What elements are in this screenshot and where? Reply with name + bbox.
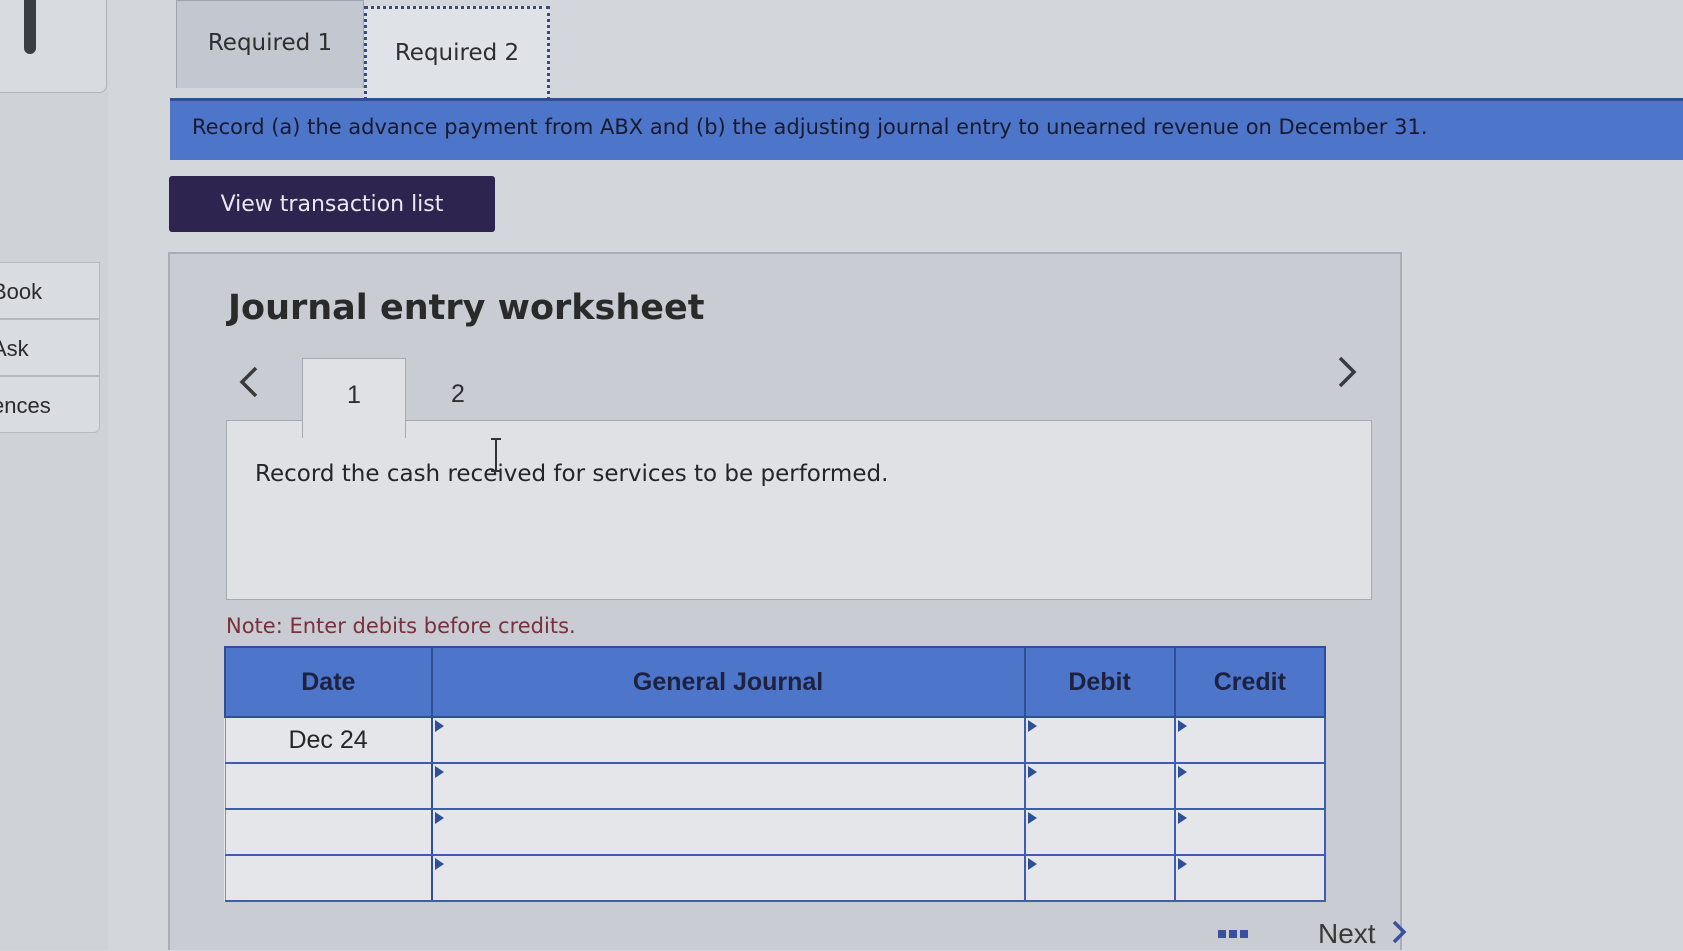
footer-nav: Next <box>1218 918 1408 950</box>
dropdown-marker-icon <box>1027 858 1037 870</box>
credit-cell[interactable] <box>1173 854 1327 902</box>
instruction-box: Record the cash received for services to… <box>226 420 1372 600</box>
dropdown-marker-icon <box>1027 720 1037 732</box>
sidebar-item-label: Ask <box>0 336 29 361</box>
debit-cell[interactable] <box>1023 854 1176 902</box>
dropdown-marker-icon <box>1177 766 1187 778</box>
credit-cell[interactable] <box>1173 716 1327 764</box>
dropdown-marker-icon <box>434 766 444 778</box>
header-credit: Credit <box>1173 646 1327 718</box>
table-row <box>224 762 1327 810</box>
debit-cell[interactable] <box>1023 808 1176 856</box>
instruction-banner: Record (a) the advance payment from ABX … <box>170 98 1683 160</box>
date-cell <box>224 808 433 856</box>
worksheet-title: Journal entry worksheet <box>228 288 705 328</box>
sidebar-item-label: ences <box>0 393 51 418</box>
date-cell <box>224 762 433 810</box>
dropdown-marker-icon <box>1027 766 1037 778</box>
header-general-journal: General Journal <box>430 646 1026 718</box>
table-row: Dec 24 <box>224 716 1327 764</box>
chevron-right-icon[interactable] <box>1390 918 1408 951</box>
credit-cell[interactable] <box>1173 808 1327 856</box>
entry-tab-1[interactable]: 1 <box>302 358 406 438</box>
instruction-text: Record the cash received for services to… <box>255 461 889 487</box>
dropdown-marker-icon <box>1177 720 1187 732</box>
required-tabs: Required 1 Required 2 <box>176 0 550 100</box>
sidebar-item-label: Book <box>0 279 43 304</box>
chevron-left-icon[interactable] <box>234 362 264 402</box>
dropdown-marker-icon <box>434 720 444 732</box>
header-debit: Debit <box>1023 646 1176 718</box>
top-card <box>0 0 107 93</box>
left-rail: Book Ask ences <box>0 0 108 950</box>
sidebar-item-references[interactable]: ences <box>0 376 100 433</box>
chevron-right-icon[interactable] <box>1332 352 1362 392</box>
account-cell[interactable] <box>430 808 1026 856</box>
account-cell[interactable] <box>430 762 1026 810</box>
header-date: Date <box>224 646 433 718</box>
dropdown-marker-icon <box>1177 812 1187 824</box>
table-header-row: Date General Journal Debit Credit <box>224 646 1327 718</box>
tab-required-1[interactable]: Required 1 <box>176 0 364 88</box>
dropdown-marker-icon <box>1027 812 1037 824</box>
sidebar-item-book[interactable]: Book <box>0 262 100 319</box>
dropdown-marker-icon <box>434 858 444 870</box>
credit-cell[interactable] <box>1173 762 1327 810</box>
debit-cell[interactable] <box>1023 716 1176 764</box>
debit-cell[interactable] <box>1023 762 1176 810</box>
date-cell: Dec 24 <box>224 716 433 764</box>
sidebar-item-ask[interactable]: Ask <box>0 319 100 376</box>
text-cursor-icon <box>489 437 503 473</box>
tab-required-2[interactable]: Required 2 <box>364 6 550 100</box>
debits-note: Note: Enter debits before credits. <box>226 614 576 638</box>
grid-icon[interactable] <box>1218 930 1248 938</box>
next-button[interactable]: Next <box>1318 918 1376 950</box>
view-transaction-list-button[interactable]: View transaction list <box>169 176 495 232</box>
dropdown-marker-icon <box>434 812 444 824</box>
side-nav: Book Ask ences <box>0 262 100 433</box>
account-cell[interactable] <box>430 716 1026 764</box>
table-row <box>224 854 1327 902</box>
journal-table: Date General Journal Debit Credit Dec 24 <box>224 646 1327 902</box>
account-cell[interactable] <box>430 854 1026 902</box>
journal-entry-worksheet: Journal entry worksheet 1 2 Record the c… <box>168 252 1402 950</box>
date-cell <box>224 854 433 902</box>
table-row <box>224 808 1327 856</box>
dropdown-marker-icon <box>1177 858 1187 870</box>
scroll-handle[interactable] <box>24 0 36 54</box>
